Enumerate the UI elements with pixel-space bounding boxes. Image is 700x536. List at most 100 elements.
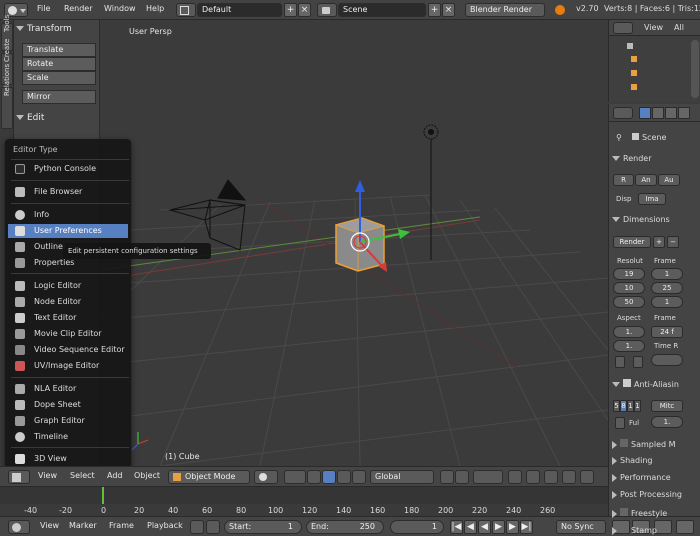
aspect-x-field[interactable]: 1. xyxy=(613,326,645,338)
antialiasing-panel-header[interactable]: Anti-Aliasin xyxy=(612,379,679,389)
freestyle-panel[interactable]: Freestyle xyxy=(612,508,667,518)
menu-select[interactable]: Select xyxy=(70,471,95,480)
resolution-percent-field[interactable]: 50 xyxy=(613,296,645,308)
motion-blur-checkbox[interactable] xyxy=(620,439,628,447)
scene-tab-icon[interactable] xyxy=(665,107,677,119)
snap-button[interactable] xyxy=(544,470,558,484)
aa-samples-16[interactable]: 1 xyxy=(634,400,641,412)
snap-element-button[interactable] xyxy=(562,470,576,484)
render-panel-header[interactable]: Render xyxy=(612,154,651,163)
menu-frame[interactable]: Frame xyxy=(109,521,134,530)
jump-start-button[interactable]: |◀ xyxy=(450,520,463,534)
full-sample-checkbox[interactable] xyxy=(615,417,625,429)
aa-samples-11[interactable]: 1 xyxy=(627,400,634,412)
sampled-motion-blur-panel[interactable]: Sampled M xyxy=(612,439,676,449)
pivot-select[interactable] xyxy=(284,470,306,484)
menu-render[interactable]: Render xyxy=(64,4,92,13)
post-processing-panel[interactable]: Post Processing xyxy=(612,490,682,499)
menu-item-movie-clip-editor[interactable]: Movie Clip Editor xyxy=(8,327,128,341)
translate-manipulator-button[interactable] xyxy=(322,470,336,484)
frame-end-field[interactable]: 25 xyxy=(651,282,683,294)
shading-panel[interactable]: Shading xyxy=(612,456,653,465)
menu-item-file-browser[interactable]: File Browser xyxy=(8,185,128,199)
resolution-x-field[interactable]: 19 xyxy=(613,268,645,280)
add-scene-button[interactable]: + xyxy=(428,3,441,17)
edit-panel-header[interactable]: Edit xyxy=(16,113,44,123)
render-preset-select[interactable]: Render xyxy=(613,236,651,248)
menu-add[interactable]: Add xyxy=(107,471,123,480)
cube-row-icon[interactable] xyxy=(631,70,637,76)
remove-layout-button[interactable]: × xyxy=(298,3,311,17)
render-audio-button[interactable]: Au xyxy=(658,174,680,186)
mirror-button[interactable]: Mirror xyxy=(22,90,96,104)
crop-checkbox[interactable] xyxy=(633,356,643,368)
aspect-y-field[interactable]: 1. xyxy=(613,340,645,352)
frame-rate-select[interactable]: 24 f xyxy=(651,326,683,338)
lamp-object[interactable] xyxy=(423,124,439,260)
outliner-filter-label[interactable]: All xyxy=(674,23,684,32)
menu-item-graph-editor[interactable]: Graph Editor xyxy=(8,414,128,428)
screen-layout-icon[interactable] xyxy=(176,3,196,17)
scale-manipulator-button[interactable] xyxy=(352,470,366,484)
render-engine-select[interactable]: Blender Render xyxy=(465,3,545,17)
menu-item-info[interactable]: Info xyxy=(8,208,128,222)
prev-keyframe-button[interactable]: ◀ xyxy=(464,520,477,534)
menu-item-video-sequence-editor[interactable]: Video Sequence Editor xyxy=(8,343,128,357)
outliner[interactable]: View All xyxy=(608,20,700,102)
editor-type-button[interactable] xyxy=(8,470,30,484)
layers-tab-icon[interactable] xyxy=(652,107,664,119)
scale-button[interactable]: Scale xyxy=(22,71,96,85)
menu-window[interactable]: Window xyxy=(104,4,136,13)
menu-item-user-preferences[interactable]: User Preferences xyxy=(8,224,128,238)
tab-relations[interactable]: Relations xyxy=(1,64,13,129)
resolution-y-field[interactable]: 10 xyxy=(613,282,645,294)
keying-button[interactable] xyxy=(206,520,220,534)
menu-help[interactable]: Help xyxy=(146,4,164,13)
rotate-manipulator-button[interactable] xyxy=(337,470,351,484)
editor-type-button[interactable] xyxy=(613,107,633,119)
remove-scene-button[interactable]: × xyxy=(442,3,455,17)
screen-layout-field[interactable]: Default xyxy=(197,3,282,17)
jump-end-button[interactable]: ▶| xyxy=(520,520,533,534)
aa-filter-select[interactable]: Mitc xyxy=(651,400,683,412)
add-layout-button[interactable]: + xyxy=(284,3,297,17)
layer-button[interactable] xyxy=(455,470,469,484)
next-keyframe-button[interactable]: ▶ xyxy=(506,520,519,534)
camera-row-icon[interactable] xyxy=(631,56,637,62)
menu-view[interactable]: View xyxy=(38,471,57,480)
render-image-button[interactable]: R xyxy=(613,174,634,186)
menu-item-logic-editor[interactable]: Logic Editor xyxy=(8,279,128,293)
menu-view[interactable]: View xyxy=(644,23,663,32)
menu-view[interactable]: View xyxy=(40,521,59,530)
display-select[interactable]: Ima xyxy=(638,193,666,205)
aa-samples-5[interactable]: 5 xyxy=(613,400,620,412)
current-frame-field[interactable]: 1 xyxy=(390,520,444,534)
editor-type-button[interactable] xyxy=(8,520,30,534)
render-preview-button[interactable] xyxy=(580,470,594,484)
start-frame-field[interactable]: Start: 1 xyxy=(224,520,302,534)
aa-samples-8[interactable]: 8 xyxy=(620,400,627,412)
transform-panel-header[interactable]: Transform xyxy=(16,24,72,34)
performance-panel[interactable]: Performance xyxy=(612,473,671,482)
menu-playback[interactable]: Playback xyxy=(147,521,183,530)
mode-select[interactable]: Object Mode xyxy=(168,470,250,484)
menu-item-dope-sheet[interactable]: Dope Sheet xyxy=(8,398,128,412)
border-checkbox[interactable] xyxy=(615,356,625,368)
timeline-area[interactable]: -40 -20 0 20 40 60 80 100 120 140 160 18… xyxy=(0,486,608,516)
menu-item-timeline[interactable]: Timeline xyxy=(8,430,128,444)
timeline-track[interactable] xyxy=(0,487,608,504)
menu-file[interactable]: File xyxy=(37,4,50,13)
translate-button[interactable]: Translate xyxy=(22,43,96,57)
editor-type-button[interactable] xyxy=(613,22,633,34)
rotate-button[interactable]: Rotate xyxy=(22,57,96,71)
stamp-checkbox[interactable] xyxy=(620,525,628,533)
sync-mode-select[interactable]: No Sync xyxy=(556,520,606,534)
menu-item-python-console[interactable]: Python Console xyxy=(8,162,128,176)
add-preset-button[interactable]: + xyxy=(653,236,665,248)
delete-keyframe-button[interactable] xyxy=(676,520,694,534)
aa-filter-size-field[interactable]: 1. xyxy=(651,416,683,428)
lock-icon[interactable] xyxy=(508,470,522,484)
remove-preset-button[interactable]: − xyxy=(667,236,679,248)
menu-object[interactable]: Object xyxy=(134,471,160,480)
scene-icon[interactable] xyxy=(317,3,337,17)
